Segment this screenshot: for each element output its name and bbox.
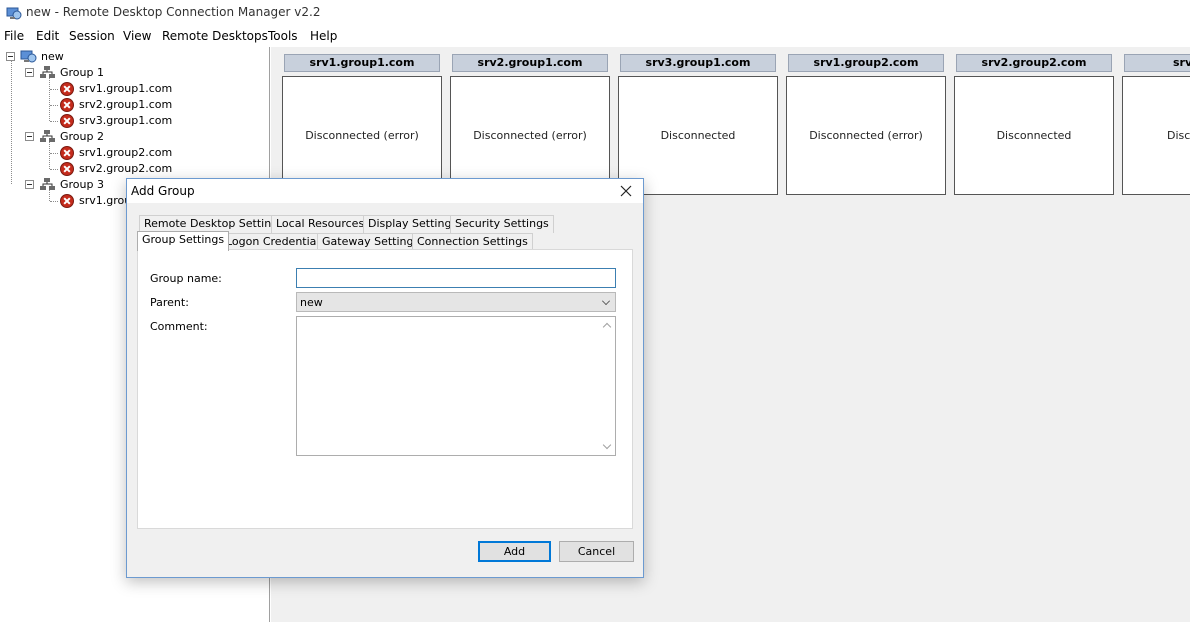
comment-label: Comment:: [150, 320, 208, 333]
tree-label: new: [41, 50, 64, 63]
tab-group-settings[interactable]: Group Settings: [137, 231, 230, 251]
dialog-titlebar[interactable]: Add Group: [127, 179, 643, 203]
tree-label: Group 1: [60, 66, 104, 79]
error-icon: [60, 82, 74, 96]
add-group-dialog[interactable]: Add Group Remote Desktop Settings Local …: [126, 178, 644, 578]
tree-connector: [49, 142, 50, 169]
thumbnail-title: srv1.: [1124, 54, 1190, 72]
tree-node-server[interactable]: srv1.group2.com: [60, 145, 180, 161]
error-icon: [60, 162, 74, 176]
remote-desktop-app-icon: [6, 7, 22, 20]
scroll-up-icon[interactable]: [602, 322, 612, 332]
close-button[interactable]: [609, 179, 643, 203]
thumbnail-title: srv1.group1.com: [284, 54, 440, 72]
connection-status: Disconnected: [660, 129, 736, 142]
thumbnail-screen[interactable]: Disconnected: [954, 76, 1114, 195]
tree-connector: [50, 169, 58, 170]
error-icon: [60, 146, 74, 160]
parent-label: Parent:: [150, 296, 189, 309]
server-thumbnail[interactable]: srv3.group1.com Disconnected: [618, 54, 778, 195]
thumbnail-title: srv1.group2.com: [788, 54, 944, 72]
tree-node-server[interactable]: srv3.group1.com: [60, 113, 180, 129]
tree-node-server[interactable]: srv1.group: [60, 193, 126, 209]
tree-label: srv2.group1.com: [79, 98, 173, 111]
collapse-icon[interactable]: [25, 132, 34, 141]
thumbnail-screen[interactable]: Disconnected (error): [786, 76, 946, 195]
cancel-button[interactable]: Cancel: [559, 541, 634, 562]
connection-status: Disconnected (error): [809, 129, 923, 142]
menu-tools[interactable]: Tools: [268, 29, 298, 43]
scroll-down-icon[interactable]: [602, 440, 612, 450]
tree-node-server[interactable]: srv2.group1.com: [60, 97, 180, 113]
tree-label: srv1.group1.com: [79, 82, 173, 95]
collapse-icon[interactable]: [25, 180, 34, 189]
connection-status: Disc: [1167, 129, 1190, 142]
server-thumbnail[interactable]: srv2.group1.com Disconnected (error): [450, 54, 610, 195]
thumbnail-title: srv3.group1.com: [620, 54, 776, 72]
tab-local-resources[interactable]: Local Resources: [271, 215, 370, 233]
dialog-title: Add Group: [131, 184, 195, 198]
thumbnail-title: srv2.group2.com: [956, 54, 1112, 72]
thumbnail-screen[interactable]: Disc: [1122, 76, 1190, 195]
server-thumbnail[interactable]: srv1.group1.com Disconnected (error): [282, 54, 442, 195]
menu-help[interactable]: Help: [310, 29, 337, 43]
connection-status: Disconnected (error): [305, 129, 419, 142]
close-icon: [620, 185, 632, 197]
window-title: new - Remote Desktop Connection Manager …: [26, 5, 321, 19]
tree-connector: [50, 201, 58, 202]
server-thumbnail[interactable]: srv1. Disc: [1122, 54, 1190, 195]
collapse-icon[interactable]: [25, 68, 34, 77]
parent-select-value: new: [300, 296, 323, 309]
error-icon: [60, 98, 74, 112]
group-name-input[interactable]: [296, 268, 616, 288]
connection-status: Disconnected: [996, 129, 1072, 142]
thumbnail-title: srv2.group1.com: [452, 54, 608, 72]
menu-file[interactable]: File: [4, 29, 24, 43]
group-settings-panel: Group name: Parent: new Comment:: [137, 249, 633, 529]
tab-security-settings[interactable]: Security Settings: [450, 215, 554, 233]
tree-connector: [50, 105, 58, 106]
chevron-down-icon: [602, 297, 610, 305]
server-group-icon: [40, 130, 55, 142]
tree-label: srv1.group2.com: [79, 146, 173, 159]
connection-status: Disconnected (error): [473, 129, 587, 142]
window-titlebar: new - Remote Desktop Connection Manager …: [0, 0, 1190, 26]
tree-node-group-2[interactable]: Group 2: [25, 129, 145, 145]
add-button[interactable]: Add: [478, 541, 551, 562]
tree-label: Group 3: [60, 178, 104, 191]
server-thumbnail[interactable]: srv2.group2.com Disconnected: [954, 54, 1114, 195]
group-name-label: Group name:: [150, 272, 222, 285]
tree-node-root[interactable]: new: [6, 49, 106, 65]
tree-node-server[interactable]: srv1.group1.com: [60, 81, 180, 97]
server-thumbnail[interactable]: srv1.group2.com Disconnected (error): [786, 54, 946, 195]
error-icon: [60, 194, 74, 208]
tree-label: srv2.group2.com: [79, 162, 173, 175]
comment-textarea[interactable]: [296, 316, 616, 456]
collapse-icon[interactable]: [6, 52, 15, 61]
tree-connector: [50, 153, 58, 154]
menu-edit[interactable]: Edit: [36, 29, 59, 43]
tree-connector: [50, 121, 58, 122]
tree-connector: [11, 61, 12, 184]
tree-label: srv1.group: [79, 194, 126, 207]
remote-desktop-root-icon: [20, 50, 37, 63]
menu-session[interactable]: Session: [69, 29, 115, 43]
server-group-icon: [40, 66, 55, 78]
tree-connector: [49, 78, 50, 121]
tab-display-settings[interactable]: Display Settings: [363, 215, 463, 233]
menu-bar: File Edit Session View Remote Desktops T…: [0, 27, 1190, 47]
menu-view[interactable]: View: [123, 29, 151, 43]
parent-select[interactable]: new: [296, 292, 616, 312]
server-group-icon: [40, 178, 55, 190]
tree-label: srv3.group1.com: [79, 114, 173, 127]
tree-node-server[interactable]: srv2.group2.com: [60, 161, 180, 177]
tree-label: Group 2: [60, 130, 104, 143]
menu-remote-desktops[interactable]: Remote Desktops: [162, 29, 268, 43]
tree-connector: [50, 89, 58, 90]
tree-node-group-1[interactable]: Group 1: [25, 65, 145, 81]
error-icon: [60, 114, 74, 128]
